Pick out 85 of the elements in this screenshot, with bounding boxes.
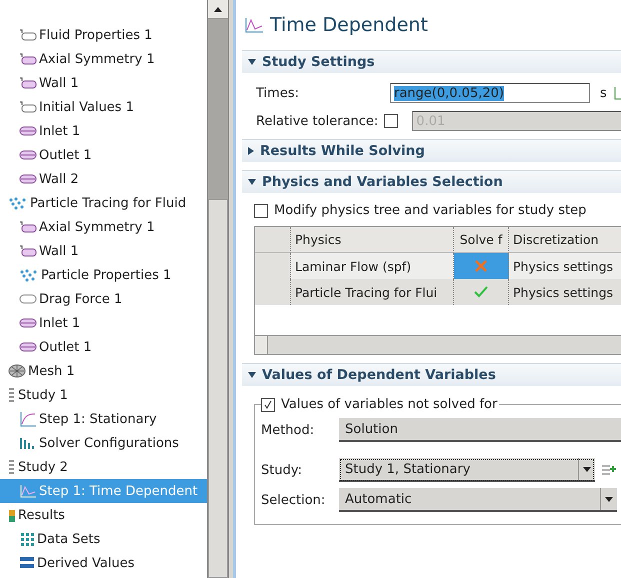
mesh-icon: [8, 364, 26, 378]
domain-node-icon: [19, 101, 37, 113]
tree-item[interactable]: Axial Symmetry 1: [0, 215, 207, 239]
solver-icon: [19, 435, 37, 451]
tree-item[interactable]: Study 1: [0, 383, 207, 407]
tree-item[interactable]: Mesh 1: [0, 359, 207, 383]
tree-item[interactable]: Wall 2: [0, 167, 207, 191]
column-header[interactable]: Physics: [291, 227, 454, 253]
checkmark-icon: [263, 400, 273, 410]
checkbox[interactable]: [254, 204, 268, 218]
section-header[interactable]: Values of Dependent Variables: [242, 363, 621, 386]
graph-icon: [244, 17, 264, 33]
dropdown[interactable]: Solution: [339, 418, 621, 442]
pill-icon: [19, 293, 37, 305]
tree-item[interactable]: Derived Values: [0, 551, 207, 575]
field-label: Relative tolerance:: [256, 114, 378, 128]
vertical-scrollbar[interactable]: [207, 0, 229, 578]
tree-item[interactable]: Particle Properties 1: [0, 263, 207, 287]
table-cell: Particle Tracing for Flui: [291, 279, 454, 305]
particles-icon: [8, 196, 28, 210]
column-header[interactable]: Discretization: [509, 227, 621, 253]
boundary-node-icon: [19, 125, 37, 137]
table-cell-text: Physics settings: [512, 284, 614, 302]
panel-title: Time Dependent: [270, 14, 428, 36]
tree-item[interactable]: Axial Symmetry 1: [0, 47, 207, 71]
tree-item[interactable]: Outlet 1: [0, 335, 207, 359]
table-cell-text: Physics settings: [512, 258, 614, 276]
tree-item[interactable]: Step 1: Stationary: [0, 407, 207, 431]
boundary-node-icon: [19, 317, 37, 329]
section-header[interactable]: Study Settings: [242, 50, 621, 73]
horizontal-scrollbar[interactable]: [255, 335, 621, 354]
table-row[interactable]: Laminar Flow (spf) Physics settings: [255, 253, 621, 279]
checkbox-label: Modify physics tree and variables for study step: [274, 203, 586, 218]
tree-item[interactable]: Particle Tracing for Fluid: [0, 191, 207, 215]
field-label: Times:: [256, 86, 300, 100]
boundary-node-icon: [19, 173, 37, 185]
expanded-arrow-icon: [248, 59, 256, 65]
graph-icon: [19, 411, 37, 427]
tree-item[interactable]: Fluid Properties 1: [0, 23, 207, 47]
domain-node-icon: [19, 77, 37, 89]
domain-node-icon: [19, 245, 37, 257]
expanded-arrow-icon: [248, 372, 256, 378]
table-row[interactable]: Particle Tracing for Flui Physics settings: [255, 279, 621, 305]
add-list-icon[interactable]: [601, 463, 617, 477]
domain-node-icon: [19, 221, 37, 233]
up-arrow-icon[interactable]: [214, 6, 222, 12]
graph-icon: [19, 484, 37, 498]
particles-icon: [19, 268, 39, 282]
tree-item[interactable]: Wall 1: [0, 71, 207, 95]
tree-item[interactable]: Solver Configurations: [0, 431, 207, 455]
tree-item[interactable]: Outlet 1: [0, 143, 207, 167]
tree-item[interactable]: Data Sets: [0, 527, 207, 551]
caret-icon: [605, 496, 613, 502]
tree-item[interactable]: Initial Values 1: [0, 95, 207, 119]
study-icon: [8, 459, 16, 475]
checkbox[interactable]: [261, 398, 275, 412]
table-cell[interactable]: [454, 253, 509, 279]
tree-item[interactable]: Inlet 1: [0, 311, 207, 335]
grid-icon: [19, 531, 35, 547]
times-field[interactable]: range(0,0.05,20): [390, 83, 590, 103]
tree-item[interactable]: Drag Force 1: [0, 287, 207, 311]
section-header[interactable]: Results While Solving: [242, 139, 621, 162]
field-label: Method:: [261, 422, 316, 438]
column-header[interactable]: Solve f: [454, 227, 509, 253]
section-header[interactable]: Physics and Variables Selection: [242, 170, 621, 193]
boundary-node-icon: [19, 149, 37, 161]
tree-item[interactable]: Results: [0, 503, 207, 527]
group-label: Values of variables not solved for: [281, 397, 498, 412]
field-label: Selection:: [261, 492, 326, 508]
row-header: [255, 227, 291, 253]
tree-item[interactable]: Wall 1: [0, 239, 207, 263]
tree-item[interactable]: Study 2: [0, 455, 207, 479]
study-icon: [8, 387, 16, 403]
domain-node-icon: [19, 29, 37, 41]
tree-item[interactable]: Inlet 1: [0, 119, 207, 143]
results-icon: [8, 507, 16, 523]
dropdown[interactable]: Automatic: [339, 488, 617, 512]
dropdown[interactable]: Study 1, Stationary: [339, 458, 595, 482]
caret-icon: [583, 466, 591, 472]
domain-node-icon: [19, 53, 37, 65]
field-label: Study:: [261, 462, 303, 478]
boundary-node-icon: [19, 341, 37, 353]
unit-label: s: [600, 86, 607, 100]
expanded-arrow-icon: [248, 179, 256, 185]
collapsed-arrow-icon: [248, 147, 254, 155]
